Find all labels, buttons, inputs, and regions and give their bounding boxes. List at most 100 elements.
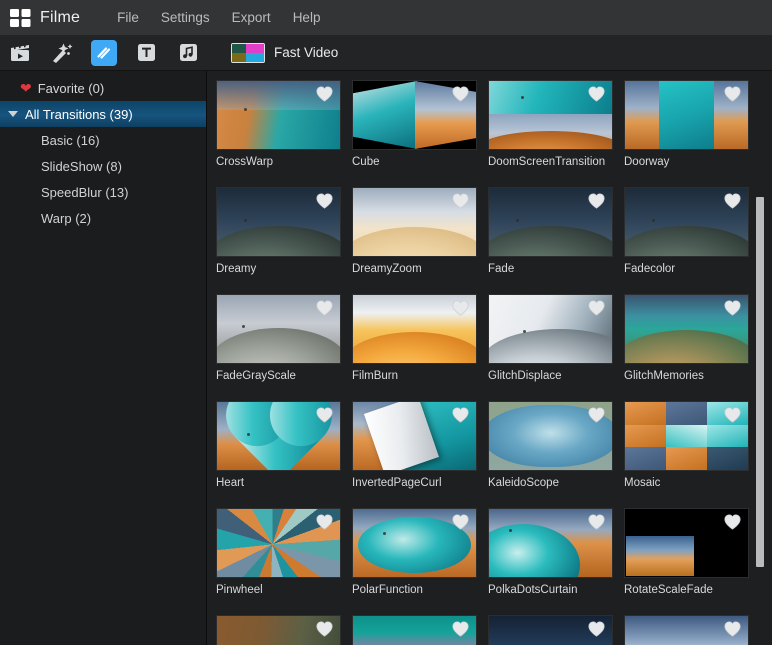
transition-item[interactable]: DoomScreenTransition (488, 80, 624, 187)
transitions-sidebar: ❤ Favorite (0) All Transitions (39) Basi… (0, 71, 207, 645)
menu-settings[interactable]: Settings (150, 7, 221, 28)
heart-outline-icon[interactable] (724, 621, 741, 637)
transition-item[interactable]: Fade (488, 187, 624, 294)
transition-item[interactable]: Cube (352, 80, 488, 187)
transition-thumbnail[interactable] (624, 187, 749, 257)
heart-outline-icon[interactable] (452, 193, 469, 209)
transition-thumbnail[interactable] (624, 294, 749, 364)
transition-thumbnail[interactable] (488, 401, 613, 471)
text-icon[interactable] (133, 40, 159, 66)
transition-thumbnail[interactable] (624, 401, 749, 471)
heart-outline-icon[interactable] (316, 514, 333, 530)
transition-item[interactable] (624, 615, 760, 645)
heart-outline-icon[interactable] (588, 514, 605, 530)
transition-item[interactable]: InvertedPageCurl (352, 401, 488, 508)
heart-outline-icon[interactable] (724, 514, 741, 530)
transition-item[interactable]: GlitchMemories (624, 294, 760, 401)
heart-outline-icon[interactable] (316, 621, 333, 637)
sidebar-item-favorite[interactable]: ❤ Favorite (0) (0, 75, 206, 101)
sidebar-item-speedblur[interactable]: SpeedBlur (13) (0, 179, 206, 205)
heart-outline-icon[interactable] (452, 86, 469, 102)
heart-outline-icon[interactable] (452, 514, 469, 530)
transition-label: RotateScaleFade (624, 584, 713, 596)
transition-item[interactable] (216, 615, 352, 645)
transition-thumbnail[interactable] (216, 187, 341, 257)
heart-outline-icon[interactable] (588, 407, 605, 423)
transition-item[interactable]: DreamyZoom (352, 187, 488, 294)
sidebar-item-slideshow[interactable]: SlideShow (8) (0, 153, 206, 179)
scrollbar-track[interactable] (756, 71, 768, 645)
sidebar-item-all-transitions[interactable]: All Transitions (39) (0, 101, 206, 127)
heart-outline-icon[interactable] (452, 300, 469, 316)
clapperboard-icon[interactable] (7, 40, 33, 66)
heart-outline-icon[interactable] (724, 193, 741, 209)
heart-outline-icon[interactable] (316, 86, 333, 102)
transition-thumbnail[interactable] (352, 615, 477, 645)
caret-down-icon[interactable] (8, 111, 18, 117)
transition-thumbnail[interactable] (352, 401, 477, 471)
transition-thumbnail[interactable] (488, 187, 613, 257)
transition-thumbnail[interactable] (624, 80, 749, 150)
heart-outline-icon[interactable] (588, 86, 605, 102)
transitions-icon[interactable] (91, 39, 117, 66)
transition-item[interactable]: Fadecolor (624, 187, 760, 294)
transition-thumbnail[interactable] (216, 401, 341, 471)
transition-thumbnail[interactable] (216, 80, 341, 150)
magic-wand-effects-icon[interactable] (49, 40, 75, 66)
heart-outline-icon[interactable] (724, 407, 741, 423)
transition-item[interactable]: Heart (216, 401, 352, 508)
transition-label: FilmBurn (352, 370, 399, 382)
transition-item[interactable]: PolarFunction (352, 508, 488, 615)
transition-thumbnail[interactable] (624, 615, 749, 645)
menu-file[interactable]: File (106, 7, 150, 28)
heart-outline-icon[interactable] (724, 300, 741, 316)
transition-item[interactable]: CrossWarp (216, 80, 352, 187)
transition-thumbnail[interactable] (216, 615, 341, 645)
sidebar-item-warp[interactable]: Warp (2) (0, 205, 206, 231)
heart-outline-icon[interactable] (588, 193, 605, 209)
transition-item[interactable]: Doorway (624, 80, 760, 187)
fast-video-button[interactable]: Fast Video (231, 42, 339, 63)
transition-thumbnail[interactable] (488, 615, 613, 645)
transition-item[interactable]: KaleidoScope (488, 401, 624, 508)
heart-outline-icon[interactable] (724, 86, 741, 102)
transition-item[interactable] (488, 615, 624, 645)
heart-outline-icon[interactable] (452, 407, 469, 423)
transition-thumbnail[interactable] (488, 294, 613, 364)
transition-thumbnail[interactable] (352, 508, 477, 578)
scrollbar-thumb[interactable] (756, 197, 764, 567)
transition-thumbnail[interactable] (216, 508, 341, 578)
transition-thumbnail[interactable] (352, 187, 477, 257)
heart-outline-icon[interactable] (588, 300, 605, 316)
heart-outline-icon[interactable] (316, 300, 333, 316)
transition-label: Fadecolor (624, 263, 676, 275)
transition-item[interactable]: Dreamy (216, 187, 352, 294)
transition-item[interactable] (352, 615, 488, 645)
transition-label: Doorway (624, 156, 670, 168)
transition-item[interactable]: Mosaic (624, 401, 760, 508)
transition-item[interactable]: PolkaDotsCurtain (488, 508, 624, 615)
transition-item[interactable]: FadeGrayScale (216, 294, 352, 401)
transition-label: Pinwheel (216, 584, 263, 596)
transition-item[interactable]: RotateScaleFade (624, 508, 760, 615)
fast-video-grid-icon (231, 42, 265, 63)
transition-thumbnail[interactable] (488, 80, 613, 150)
heart-outline-icon[interactable] (316, 193, 333, 209)
transition-thumbnail[interactable] (352, 80, 477, 150)
fast-video-label: Fast Video (274, 45, 339, 60)
transition-item[interactable]: GlitchDisplace (488, 294, 624, 401)
transition-thumbnail[interactable] (216, 294, 341, 364)
menu-help[interactable]: Help (282, 7, 332, 28)
menu-export[interactable]: Export (221, 7, 282, 28)
transition-label: PolkaDotsCurtain (488, 584, 578, 596)
music-note-icon[interactable] (175, 40, 201, 66)
transition-thumbnail[interactable] (624, 508, 749, 578)
transition-item[interactable]: Pinwheel (216, 508, 352, 615)
transition-item[interactable]: FilmBurn (352, 294, 488, 401)
heart-outline-icon[interactable] (588, 621, 605, 637)
heart-outline-icon[interactable] (316, 407, 333, 423)
heart-outline-icon[interactable] (452, 621, 469, 637)
sidebar-item-basic[interactable]: Basic (16) (0, 127, 206, 153)
transition-thumbnail[interactable] (352, 294, 477, 364)
transition-thumbnail[interactable] (488, 508, 613, 578)
